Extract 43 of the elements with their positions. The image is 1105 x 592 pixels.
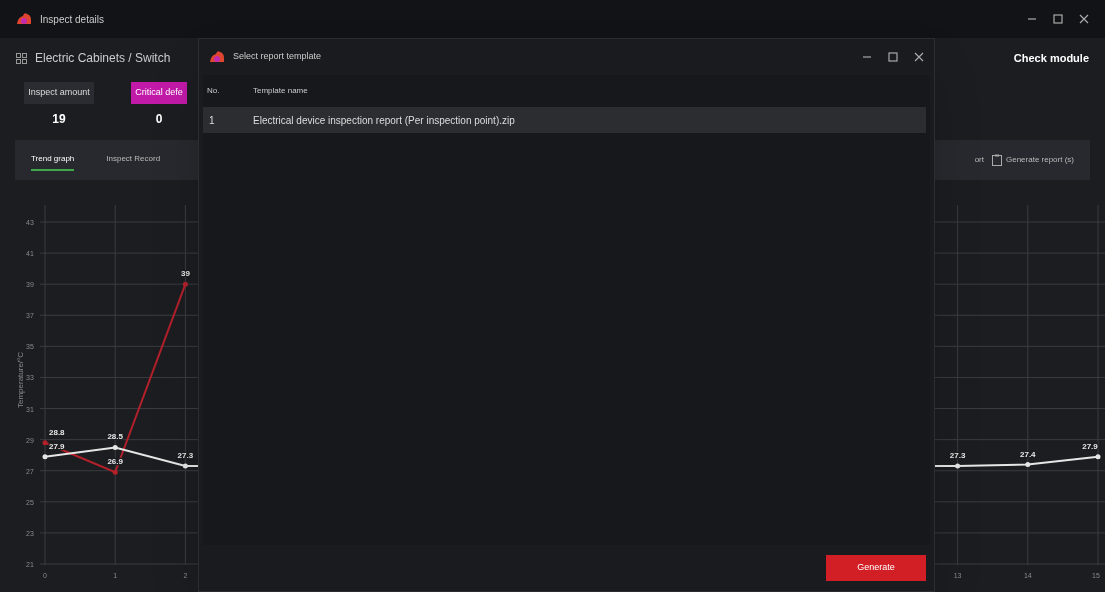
- generate-button[interactable]: Generate: [826, 555, 926, 581]
- data-point: [42, 440, 48, 446]
- stat-label: Inspect amount: [24, 82, 94, 104]
- export-action[interactable]: ort: [974, 154, 984, 166]
- stat-value: 19: [52, 110, 66, 128]
- tab[interactable]: Inspect Record: [106, 149, 161, 171]
- maximize-icon[interactable]: [888, 52, 898, 62]
- data-label: 28.5: [107, 432, 123, 442]
- stat-value: 0: [155, 110, 163, 128]
- window-title: Inspect details: [40, 12, 104, 27]
- table-row[interactable]: 1 Electrical device inspection report (Per inspection point).zip: [203, 107, 926, 133]
- maximize-icon[interactable]: [1053, 14, 1063, 24]
- table-cell-text: 1: [208, 113, 216, 128]
- data-label: 28.8: [49, 427, 65, 437]
- data-point: [182, 463, 188, 469]
- data-point: [1095, 454, 1101, 460]
- data-point: [112, 444, 118, 450]
- module-title: Check module: [1013, 50, 1089, 66]
- data-point: [42, 454, 48, 460]
- close-icon[interactable]: [914, 52, 924, 62]
- grid-icon: [16, 52, 27, 64]
- data-label: 27.9: [1082, 441, 1098, 451]
- clipboard-icon: [991, 154, 1002, 166]
- data-point: [182, 281, 188, 287]
- data-point: [955, 463, 961, 469]
- stat-label: Critical defe: [131, 82, 187, 104]
- data-point: [112, 469, 118, 475]
- data-label: 27.3: [177, 451, 194, 461]
- column-header: Template name: [253, 85, 308, 97]
- data-label: 27.4: [1020, 449, 1036, 459]
- y-axis-label: Temperature/°C: [16, 351, 25, 409]
- app-logo-icon: [16, 12, 32, 26]
- tab[interactable]: Trend graph: [31, 149, 75, 171]
- data-point: [1025, 462, 1031, 467]
- data-label: 27.3: [949, 451, 966, 461]
- table-cell-text: Electrical device inspection report (Per inspection point).zip: [253, 113, 515, 128]
- close-icon[interactable]: [1079, 14, 1089, 24]
- data-label: 39: [180, 269, 190, 279]
- app-logo-icon: [209, 50, 225, 64]
- generate-report-button[interactable]: Generate report (s): [991, 154, 1074, 166]
- breadcrumb: Electric Cabinets / Switch: [35, 50, 171, 67]
- dialog-title: Select report template: [233, 50, 322, 64]
- column-header: No.: [206, 85, 221, 97]
